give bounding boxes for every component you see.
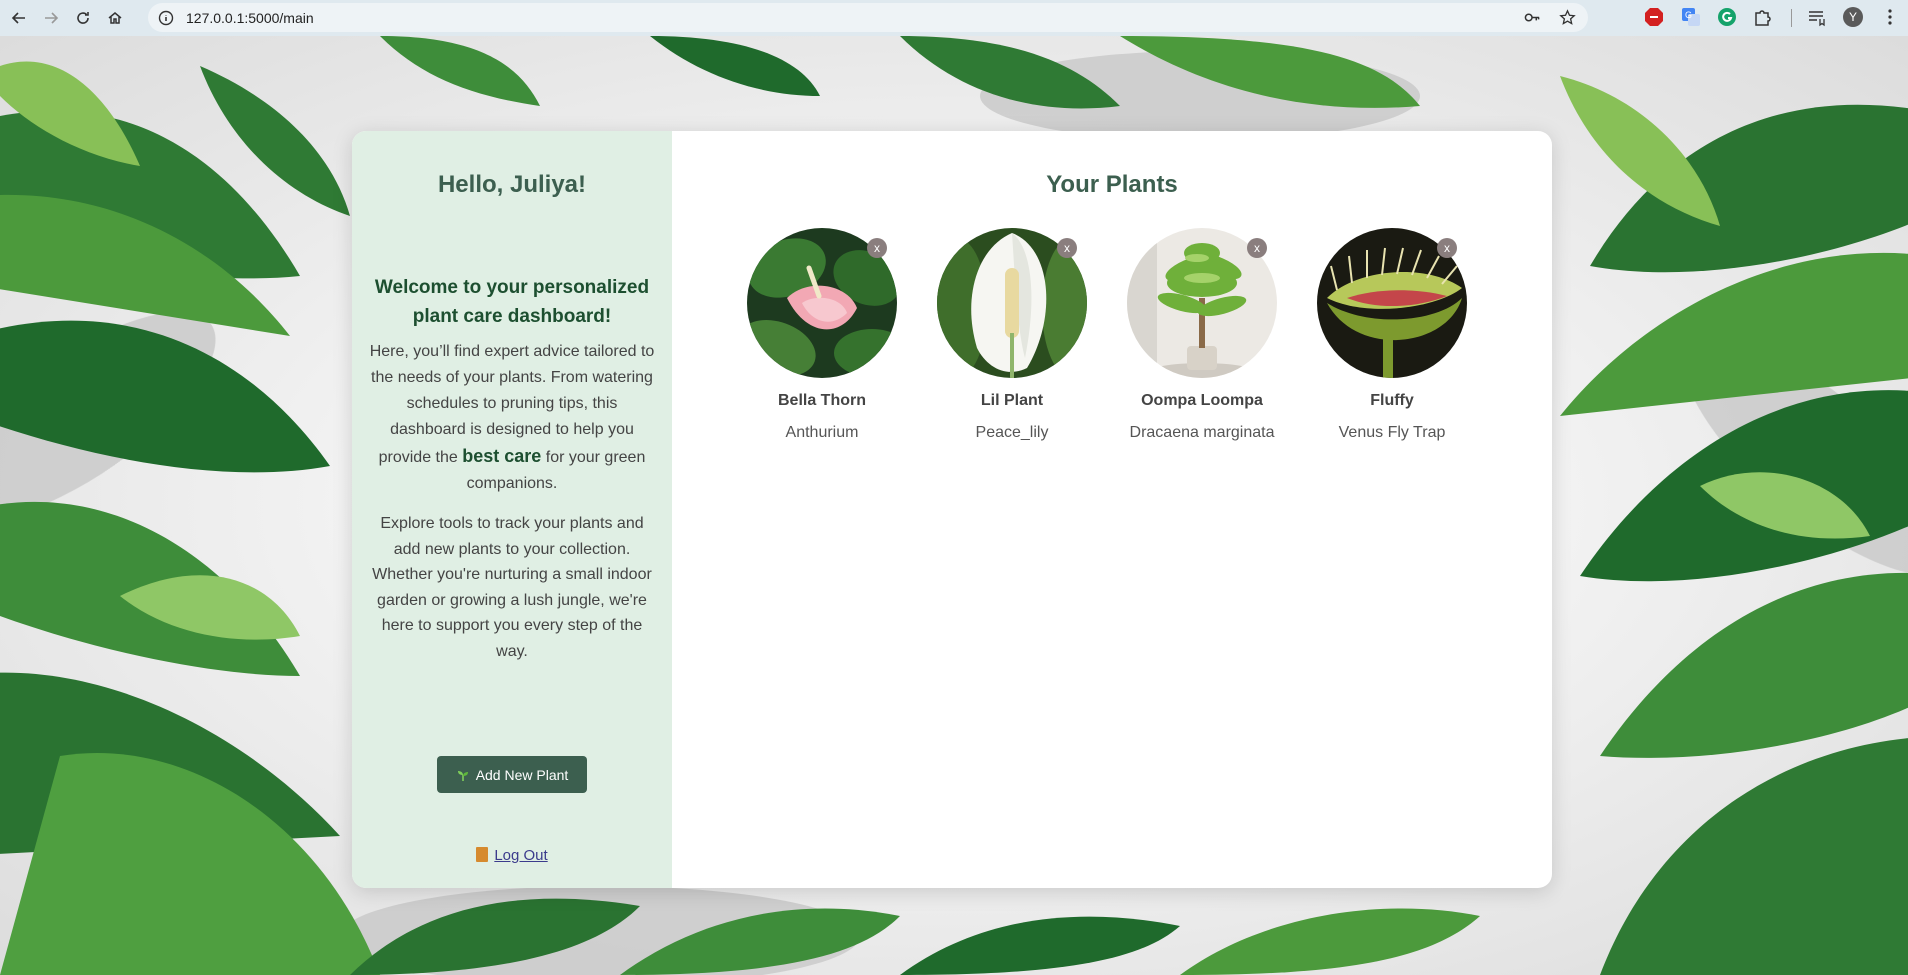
forward-button[interactable] [38, 5, 64, 31]
extension-adblock-icon[interactable] [1644, 7, 1664, 27]
plants-title: Your Plants [1046, 171, 1178, 198]
profile-avatar[interactable]: Y [1843, 7, 1863, 27]
plant-species: Venus Fly Trap [1338, 424, 1446, 441]
remove-plant-button[interactable]: x [1057, 238, 1077, 258]
plant-card[interactable]: x Lil Plant Peace_lily [937, 228, 1087, 442]
intro-paragraph: Here, you’ll find expert advice tailored… [367, 339, 657, 497]
star-icon[interactable] [1559, 9, 1576, 26]
back-button[interactable] [6, 5, 32, 31]
arrow-right-icon [45, 12, 59, 24]
intro-highlight: best care [462, 446, 542, 466]
remove-plant-button[interactable]: x [1437, 238, 1457, 258]
sprout-icon [457, 770, 468, 781]
toolbar-divider [1791, 9, 1792, 27]
plant-name: Oompa Loompa [1141, 392, 1263, 409]
key-icon[interactable] [1524, 9, 1541, 26]
dashboard-card: Hello, Juliya! Welcome to your personali… [352, 131, 1552, 888]
home-button[interactable] [102, 5, 128, 31]
logout-label: Log Out [494, 847, 548, 864]
plant-card[interactable]: x Oompa Loompa Dracaena marginata [1127, 228, 1277, 442]
explore-paragraph: Explore tools to track your plants and a… [372, 515, 652, 660]
plants-section: Your Plants x Bella Thorn Anthurium x Li… [672, 131, 1552, 888]
reading-list-icon[interactable] [1806, 7, 1826, 27]
plant-species: Dracaena marginata [1129, 424, 1275, 441]
plant-name: Bella Thorn [777, 392, 866, 409]
extension-translate-icon[interactable]: G [1681, 7, 1701, 27]
home-icon [108, 12, 122, 24]
logout-link[interactable]: Log Out [352, 847, 672, 864]
add-new-plant-button[interactable]: Add New Plant [437, 756, 587, 793]
welcome-heading: Welcome to your personalized plant care … [374, 277, 650, 327]
remove-plant-button[interactable]: x [867, 238, 887, 258]
remove-plant-button[interactable]: x [1247, 238, 1267, 258]
plant-card[interactable]: x Fluffy Venus Fly Trap [1317, 228, 1467, 442]
plant-list: x Bella Thorn Anthurium x Lil Plant Peac… [747, 228, 1467, 442]
svg-text:G: G [1685, 10, 1692, 20]
url-text[interactable]: 127.0.0.1:5000/main [186, 10, 314, 26]
sidebar: Hello, Juliya! Welcome to your personali… [352, 131, 672, 888]
extensions-puzzle-icon[interactable] [1753, 7, 1773, 27]
profile-initial: Y [1843, 7, 1863, 27]
address-bar[interactable]: 127.0.0.1:5000/main [148, 3, 1588, 32]
reload-icon [77, 12, 89, 24]
door-icon [476, 847, 489, 862]
arrow-left-icon [11, 12, 25, 24]
extension-grammarly-icon[interactable] [1717, 7, 1737, 27]
plant-name: Lil Plant [980, 392, 1044, 409]
add-new-plant-label: Add New Plant [475, 766, 569, 783]
reload-button[interactable] [70, 5, 96, 31]
info-icon[interactable] [158, 10, 174, 26]
plant-species: Peace_lily [975, 424, 1049, 441]
plant-card[interactable]: x Bella Thorn Anthurium [747, 228, 897, 442]
plant-species: Anthurium [785, 424, 859, 441]
greeting-heading: Hello, Juliya! [437, 171, 587, 198]
plant-name: Fluffy [1370, 392, 1414, 409]
browser-toolbar: 127.0.0.1:5000/main G Y [0, 0, 1908, 36]
menu-kebab-icon[interactable] [1880, 7, 1900, 27]
